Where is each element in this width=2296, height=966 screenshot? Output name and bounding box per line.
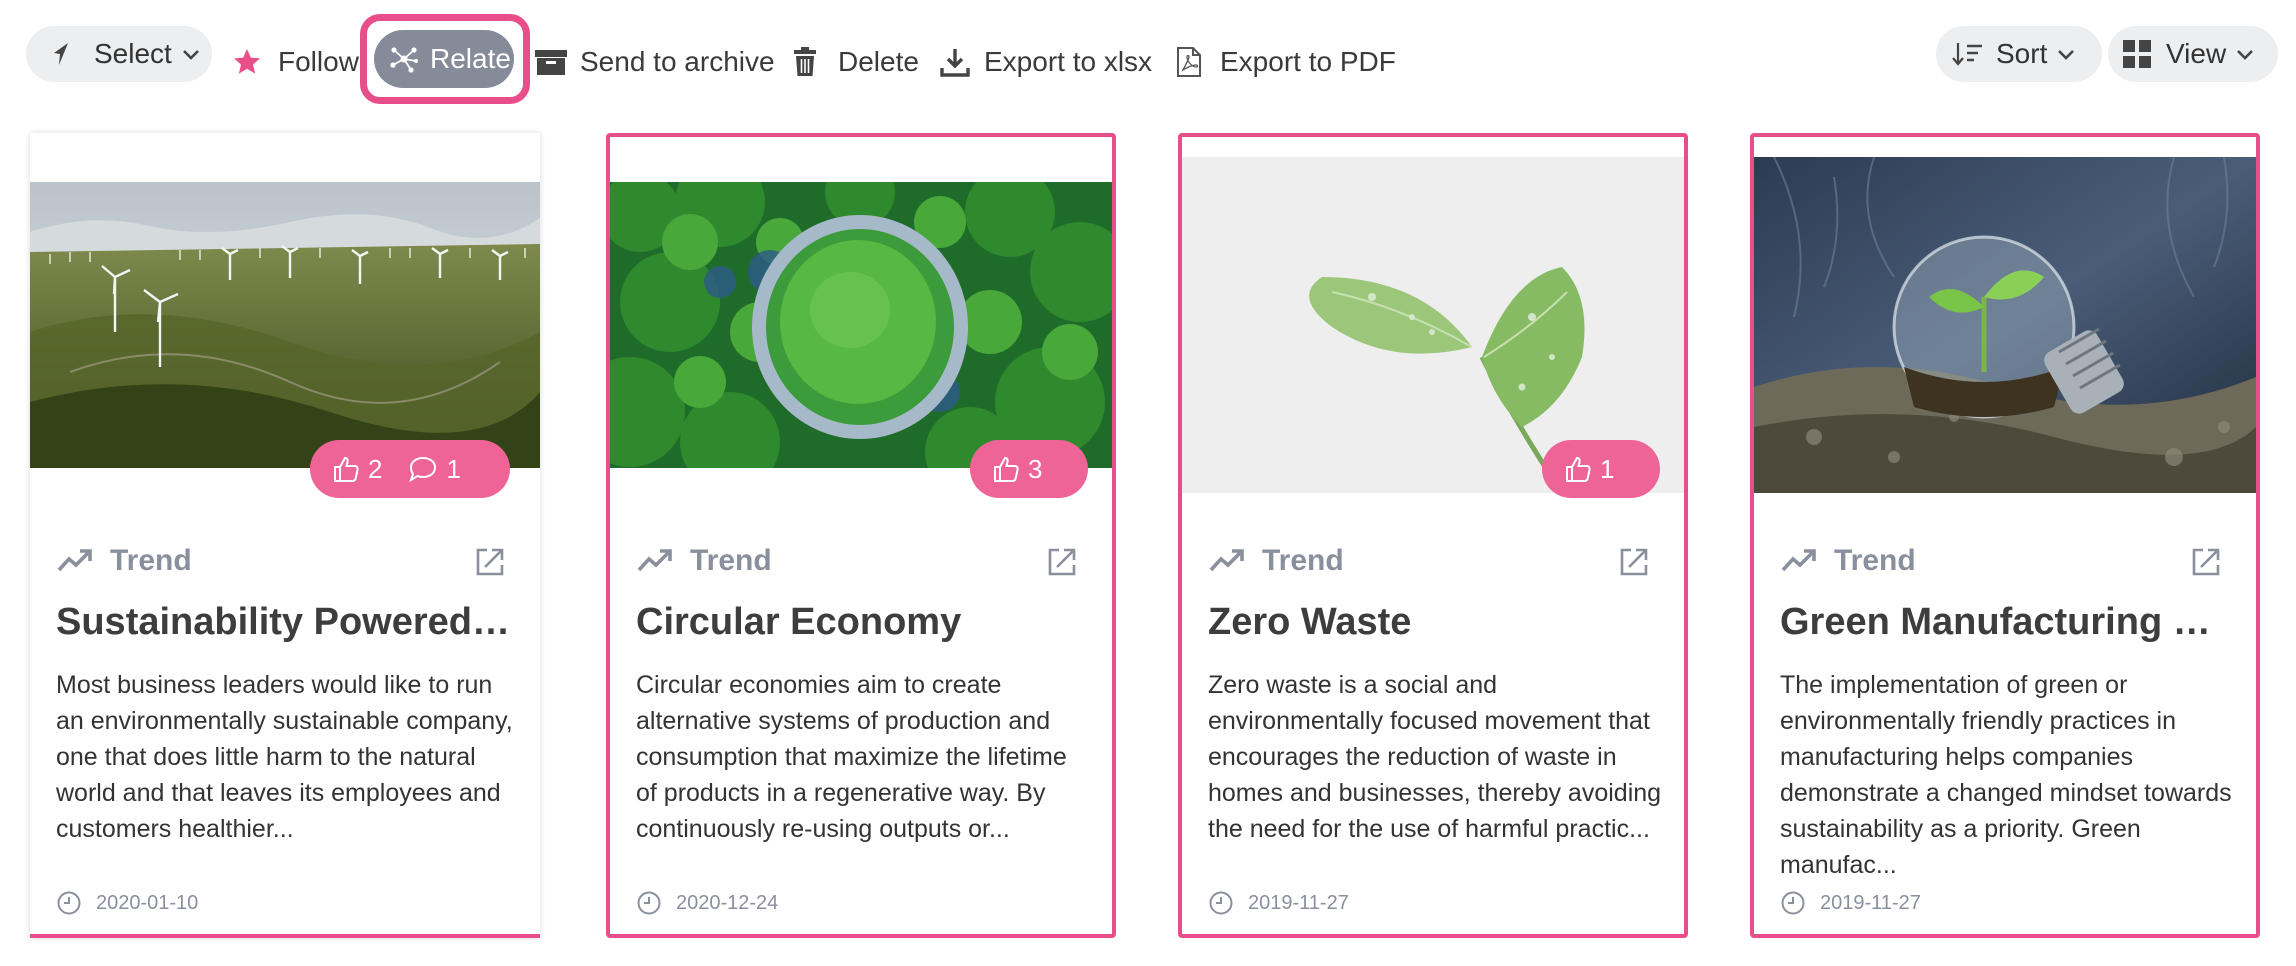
card-type: Trend bbox=[1208, 544, 1344, 578]
plant-in-bulb-photo bbox=[1754, 157, 2256, 493]
trend-card[interactable]: Trend Green Manufacturing G... The imple… bbox=[1750, 133, 2260, 938]
clock-icon bbox=[1781, 891, 1805, 915]
toolbar: Select Follow Relate Send to archive Del… bbox=[0, 0, 2296, 120]
engagement-badge: 3 bbox=[970, 440, 1088, 498]
sort-button[interactable]: Sort bbox=[1936, 26, 2102, 82]
card-title[interactable]: Circular Economy bbox=[636, 601, 1086, 644]
sort-label: Sort bbox=[1996, 38, 2048, 69]
comment-icon bbox=[409, 456, 437, 483]
card-date-label: 2020-01-10 bbox=[96, 891, 199, 914]
trend-card[interactable]: 1 Trend Zero Waste Zero waste is a socia… bbox=[1178, 133, 1688, 938]
relate-label: Relate bbox=[430, 43, 511, 74]
trash-icon bbox=[794, 47, 816, 76]
card-date: 2020-01-10 bbox=[56, 890, 198, 916]
engagement-badge: 1 bbox=[1542, 440, 1660, 498]
card-date-label: 2020-12-24 bbox=[676, 891, 779, 914]
card-type: Trend bbox=[636, 544, 772, 578]
export-pdf-button[interactable]: Export to PDF bbox=[1176, 40, 1396, 84]
chevron-down-icon bbox=[182, 50, 199, 60]
select-button[interactable]: Select bbox=[26, 26, 212, 82]
thumbs-up-icon bbox=[994, 456, 1019, 482]
delete-label: Delete bbox=[838, 46, 919, 77]
clock-icon bbox=[1209, 891, 1233, 915]
likes-count: 3 bbox=[1028, 453, 1043, 484]
relate-button[interactable]: Relate bbox=[374, 30, 514, 88]
open-external-icon[interactable] bbox=[1618, 546, 1650, 583]
card-type: Trend bbox=[1780, 544, 1916, 578]
view-label: View bbox=[2166, 38, 2227, 69]
star-icon bbox=[234, 49, 260, 74]
engagement-badge: 2 1 bbox=[310, 440, 510, 498]
card-description: Zero waste is a social and environmental… bbox=[1208, 671, 1662, 843]
likes-count: 2 bbox=[368, 453, 383, 484]
follow-button[interactable]: Follow bbox=[232, 40, 359, 84]
card-title[interactable]: Zero Waste bbox=[1208, 601, 1658, 644]
card-title[interactable]: Sustainability Powered ... bbox=[56, 601, 514, 644]
wind-farm-photo bbox=[30, 182, 540, 468]
card-image bbox=[610, 182, 1112, 468]
archive-box-icon bbox=[535, 50, 567, 75]
delete-button[interactable]: Delete bbox=[792, 40, 919, 84]
card-image bbox=[30, 182, 540, 468]
comments-count: 1 bbox=[446, 453, 461, 484]
open-external-icon[interactable] bbox=[2190, 546, 2222, 583]
chevron-down-icon bbox=[2058, 50, 2075, 60]
card-date: 2019-11-27 bbox=[1780, 890, 1921, 916]
card-description: Most business leaders would like to run … bbox=[56, 671, 513, 843]
select-label: Select bbox=[94, 38, 172, 69]
card-description: The implementation of green or environme… bbox=[1780, 671, 2232, 879]
follow-label: Follow bbox=[278, 46, 359, 77]
thumbs-up-icon bbox=[1566, 456, 1591, 482]
export-xlsx-label: Export to xlsx bbox=[984, 46, 1153, 77]
pointer-icon bbox=[54, 43, 68, 65]
trend-arrow-icon bbox=[637, 549, 672, 572]
grid-view-icon bbox=[2123, 40, 2151, 68]
clock-icon bbox=[637, 891, 661, 915]
clock-icon bbox=[57, 891, 81, 915]
card-date-label: 2019-11-27 bbox=[1248, 891, 1349, 914]
card-type-label: Trend bbox=[110, 544, 192, 577]
card-type-label: Trend bbox=[1834, 544, 1916, 577]
view-button[interactable]: View bbox=[2108, 26, 2278, 82]
card-type-label: Trend bbox=[1262, 544, 1344, 577]
card-type: Trend bbox=[56, 544, 192, 578]
trend-card[interactable]: 3 Trend Circular Economy Circular econom… bbox=[606, 133, 1116, 938]
card-date: 2019-11-27 bbox=[1208, 890, 1349, 916]
likes-count: 1 bbox=[1600, 453, 1615, 484]
sort-icon bbox=[1952, 43, 1982, 66]
export-xlsx-button[interactable]: Export to xlsx bbox=[940, 40, 1152, 84]
forest-circle-photo bbox=[610, 182, 1112, 468]
card-image bbox=[1754, 157, 2256, 493]
card-date: 2020-12-24 bbox=[636, 890, 778, 916]
trend-arrow-icon bbox=[1209, 549, 1244, 572]
send-to-archive-button[interactable]: Send to archive bbox=[534, 40, 775, 84]
chevron-down-icon bbox=[2237, 50, 2254, 60]
thumbs-up-icon bbox=[334, 456, 359, 482]
card-description: Circular economies aim to create alterna… bbox=[636, 671, 1067, 843]
trend-arrow-icon bbox=[1781, 549, 1816, 572]
card-title[interactable]: Green Manufacturing G... bbox=[1780, 601, 2230, 644]
trend-card[interactable]: 2 1 Trend Sustainability Powered ... Mos… bbox=[30, 133, 540, 938]
download-icon bbox=[940, 49, 970, 77]
trend-arrow-icon bbox=[57, 549, 92, 572]
relate-network-icon bbox=[390, 47, 418, 73]
pdf-file-icon bbox=[1177, 47, 1201, 77]
open-external-icon[interactable] bbox=[474, 546, 506, 583]
export-pdf-label: Export to PDF bbox=[1220, 46, 1396, 77]
archive-label: Send to archive bbox=[580, 46, 775, 77]
open-external-icon[interactable] bbox=[1046, 546, 1078, 583]
card-date-label: 2019-11-27 bbox=[1820, 891, 1921, 914]
card-type-label: Trend bbox=[690, 544, 772, 577]
